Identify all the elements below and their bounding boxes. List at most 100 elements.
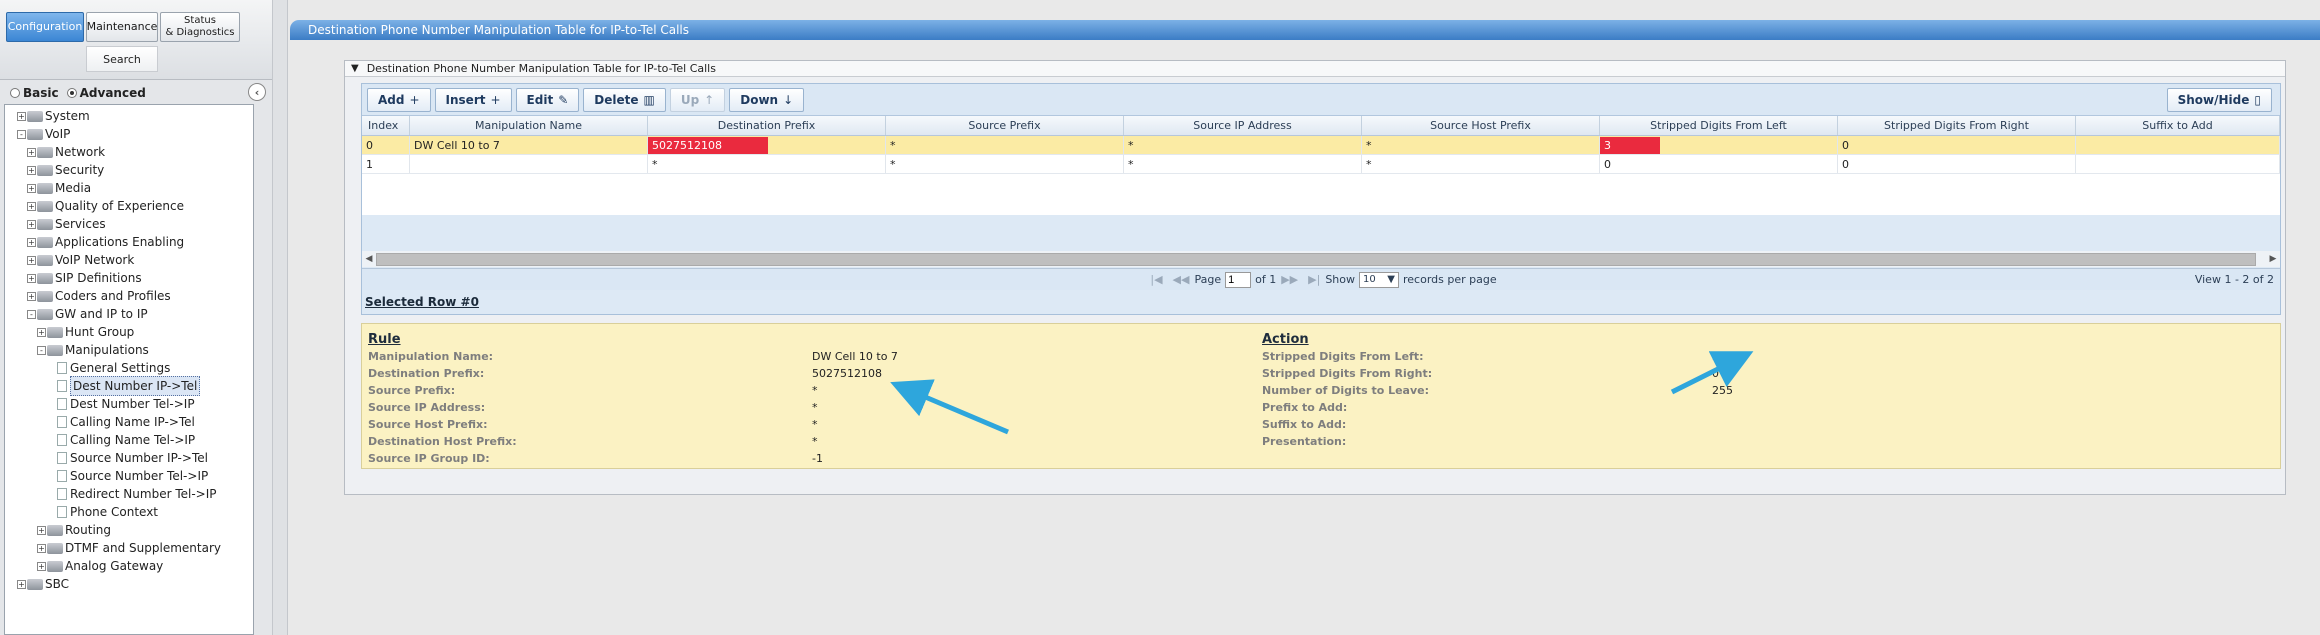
tree-item-system[interactable]: + System bbox=[5, 107, 253, 125]
last-page-icon[interactable]: ▶| bbox=[1308, 273, 1320, 286]
column-header[interactable]: Manipulation Name bbox=[410, 116, 648, 135]
tab-configuration[interactable]: Configuration bbox=[6, 12, 84, 42]
scrollbar-thumb[interactable] bbox=[376, 252, 2256, 266]
tree-item-media[interactable]: + Media bbox=[5, 179, 253, 197]
expand-icon[interactable]: + bbox=[27, 273, 36, 283]
tree-item-hunt-group[interactable]: + Hunt Group bbox=[5, 323, 253, 341]
page-number-input[interactable] bbox=[1225, 271, 1252, 288]
arrow-up-icon: ↑ bbox=[704, 92, 715, 107]
prev-page-icon[interactable]: ◀◀ bbox=[1173, 273, 1190, 286]
basic-mode-radio[interactable] bbox=[10, 88, 20, 98]
tree-item-label: Routing bbox=[65, 523, 112, 537]
highlighted-value: 3 bbox=[1600, 136, 1660, 154]
tree-item-general-settings[interactable]: General Settings bbox=[5, 359, 253, 377]
panel-splitter[interactable] bbox=[272, 0, 288, 635]
collapse-icon[interactable]: - bbox=[27, 309, 36, 319]
tree-item-voip-network[interactable]: + VoIP Network bbox=[5, 251, 253, 269]
column-header[interactable]: Stripped Digits From Right bbox=[1838, 116, 2076, 135]
expand-icon[interactable]: + bbox=[27, 165, 36, 175]
column-header[interactable]: Destination Prefix bbox=[648, 116, 886, 135]
tree-item-gw-and-ip-to-ip[interactable]: - GW and IP to IP bbox=[5, 305, 253, 323]
down-button[interactable]: Down ↓ bbox=[729, 87, 805, 112]
folder-icon bbox=[47, 524, 63, 536]
tree-item-sip-definitions[interactable]: + SIP Definitions bbox=[5, 269, 253, 287]
add-button[interactable]: Add + bbox=[367, 87, 431, 112]
expand-icon[interactable]: + bbox=[37, 525, 46, 535]
tree-item-voip[interactable]: - VoIP bbox=[5, 125, 253, 143]
expand-icon[interactable]: + bbox=[37, 561, 46, 571]
table-cell bbox=[410, 155, 648, 173]
collapse-icon[interactable]: - bbox=[37, 345, 46, 355]
tree-item-coders-and-profiles[interactable]: + Coders and Profiles bbox=[5, 287, 253, 305]
collapse-panel-icon[interactable]: ‹ bbox=[248, 83, 266, 101]
rule-field-value: 5027512108 bbox=[812, 367, 882, 380]
tree-item-label: Coders and Profiles bbox=[55, 289, 171, 303]
column-header[interactable]: Source IP Address bbox=[1124, 116, 1362, 135]
horizontal-scrollbar[interactable]: ◀ ▶ bbox=[362, 251, 2280, 267]
expand-icon[interactable]: + bbox=[27, 183, 36, 193]
tree-item-sbc[interactable]: + SBC bbox=[5, 575, 253, 593]
expand-icon[interactable]: + bbox=[27, 147, 36, 157]
expand-icon[interactable]: + bbox=[37, 327, 46, 337]
collapse-triangle-icon[interactable]: ▼ bbox=[351, 61, 359, 77]
table-cell: * bbox=[1362, 155, 1600, 173]
rule-field-label: Destination Prefix: bbox=[368, 367, 485, 380]
expand-icon[interactable]: + bbox=[17, 111, 26, 121]
action-field-label: Suffix to Add: bbox=[1262, 418, 1347, 431]
tab-status-label: Status & Diagnostics bbox=[165, 15, 235, 38]
tree-item-routing[interactable]: + Routing bbox=[5, 521, 253, 539]
basic-mode-label: Basic bbox=[23, 86, 59, 100]
first-page-icon[interactable]: |◀ bbox=[1150, 273, 1162, 286]
tree-item-dest-number-tel-ip[interactable]: Dest Number Tel->IP bbox=[5, 395, 253, 413]
tree-item-dest-number-ip-tel[interactable]: Dest Number IP->Tel bbox=[5, 376, 253, 396]
panel-header[interactable]: ▼ Destination Phone Number Manipulation … bbox=[345, 61, 2285, 77]
show-hide-button[interactable]: Show/Hide ▯ bbox=[2166, 88, 2272, 112]
column-header[interactable]: Suffix to Add bbox=[2076, 116, 2280, 135]
column-header[interactable]: Index bbox=[362, 116, 410, 135]
column-header[interactable]: Stripped Digits From Left bbox=[1600, 116, 1838, 135]
expand-icon[interactable]: + bbox=[27, 291, 36, 301]
tab-maintenance[interactable]: Maintenance bbox=[86, 12, 158, 42]
collapse-icon[interactable]: - bbox=[17, 129, 26, 139]
scroll-left-icon[interactable]: ◀ bbox=[362, 254, 376, 264]
tree-item-phone-context[interactable]: Phone Context bbox=[5, 503, 253, 521]
expand-icon[interactable]: + bbox=[27, 219, 36, 229]
tree-item-quality-of-experience[interactable]: + Quality of Experience bbox=[5, 197, 253, 215]
table-row[interactable]: 0 DW Cell 10 to 7 5027512108 * * * 3 0 bbox=[362, 136, 2280, 155]
up-button[interactable]: Up ↑ bbox=[669, 87, 726, 112]
tree-item-calling-name-tel-ip[interactable]: Calling Name Tel->IP bbox=[5, 431, 253, 449]
expand-icon[interactable]: + bbox=[27, 237, 36, 247]
tree-item-security[interactable]: + Security bbox=[5, 161, 253, 179]
insert-button[interactable]: Insert + bbox=[434, 87, 512, 112]
next-page-icon[interactable]: ▶▶ bbox=[1281, 273, 1298, 286]
tree-item-label: Phone Context bbox=[70, 505, 158, 519]
tree-item-source-number-tel-ip[interactable]: Source Number Tel->IP bbox=[5, 467, 253, 485]
tree-item-source-number-ip-tel[interactable]: Source Number IP->Tel bbox=[5, 449, 253, 467]
tree-item-network[interactable]: + Network bbox=[5, 143, 253, 161]
folder-icon bbox=[37, 290, 53, 302]
delete-button[interactable]: Delete ▥ bbox=[583, 87, 666, 112]
tree-item-dtmf-and-supplementary[interactable]: + DTMF and Supplementary bbox=[5, 539, 253, 557]
rule-field-label: Source IP Group ID: bbox=[368, 452, 490, 465]
scroll-right-icon[interactable]: ▶ bbox=[2266, 254, 2280, 264]
tree-item-applications-enabling[interactable]: + Applications Enabling bbox=[5, 233, 253, 251]
tree-item-analog-gateway[interactable]: + Analog Gateway bbox=[5, 557, 253, 575]
expand-icon[interactable]: + bbox=[27, 201, 36, 211]
expand-icon[interactable]: + bbox=[37, 543, 46, 553]
column-header[interactable]: Source Prefix bbox=[886, 116, 1124, 135]
tree-item-services[interactable]: + Services bbox=[5, 215, 253, 233]
records-per-page-select[interactable]: 10 ▼ bbox=[1359, 271, 1399, 288]
tree-item-calling-name-ip-tel[interactable]: Calling Name IP->Tel bbox=[5, 413, 253, 431]
advanced-mode-radio[interactable] bbox=[66, 88, 77, 98]
tree-item-manipulations[interactable]: - Manipulations bbox=[5, 341, 253, 359]
expand-icon[interactable]: + bbox=[27, 255, 36, 265]
tree-item-redirect-number-tel-ip[interactable]: Redirect Number Tel->IP bbox=[5, 485, 253, 503]
expand-icon[interactable]: + bbox=[17, 579, 26, 589]
tree-item-label: GW and IP to IP bbox=[55, 307, 148, 321]
table-row[interactable]: 1 * * * * 0 0 bbox=[362, 155, 2280, 174]
edit-button[interactable]: Edit ✎ bbox=[515, 87, 580, 112]
search-button[interactable]: Search bbox=[86, 46, 158, 72]
column-header[interactable]: Source Host Prefix bbox=[1362, 116, 1600, 135]
folder-icon bbox=[37, 146, 53, 158]
tab-status-diagnostics[interactable]: Status & Diagnostics bbox=[160, 12, 240, 42]
